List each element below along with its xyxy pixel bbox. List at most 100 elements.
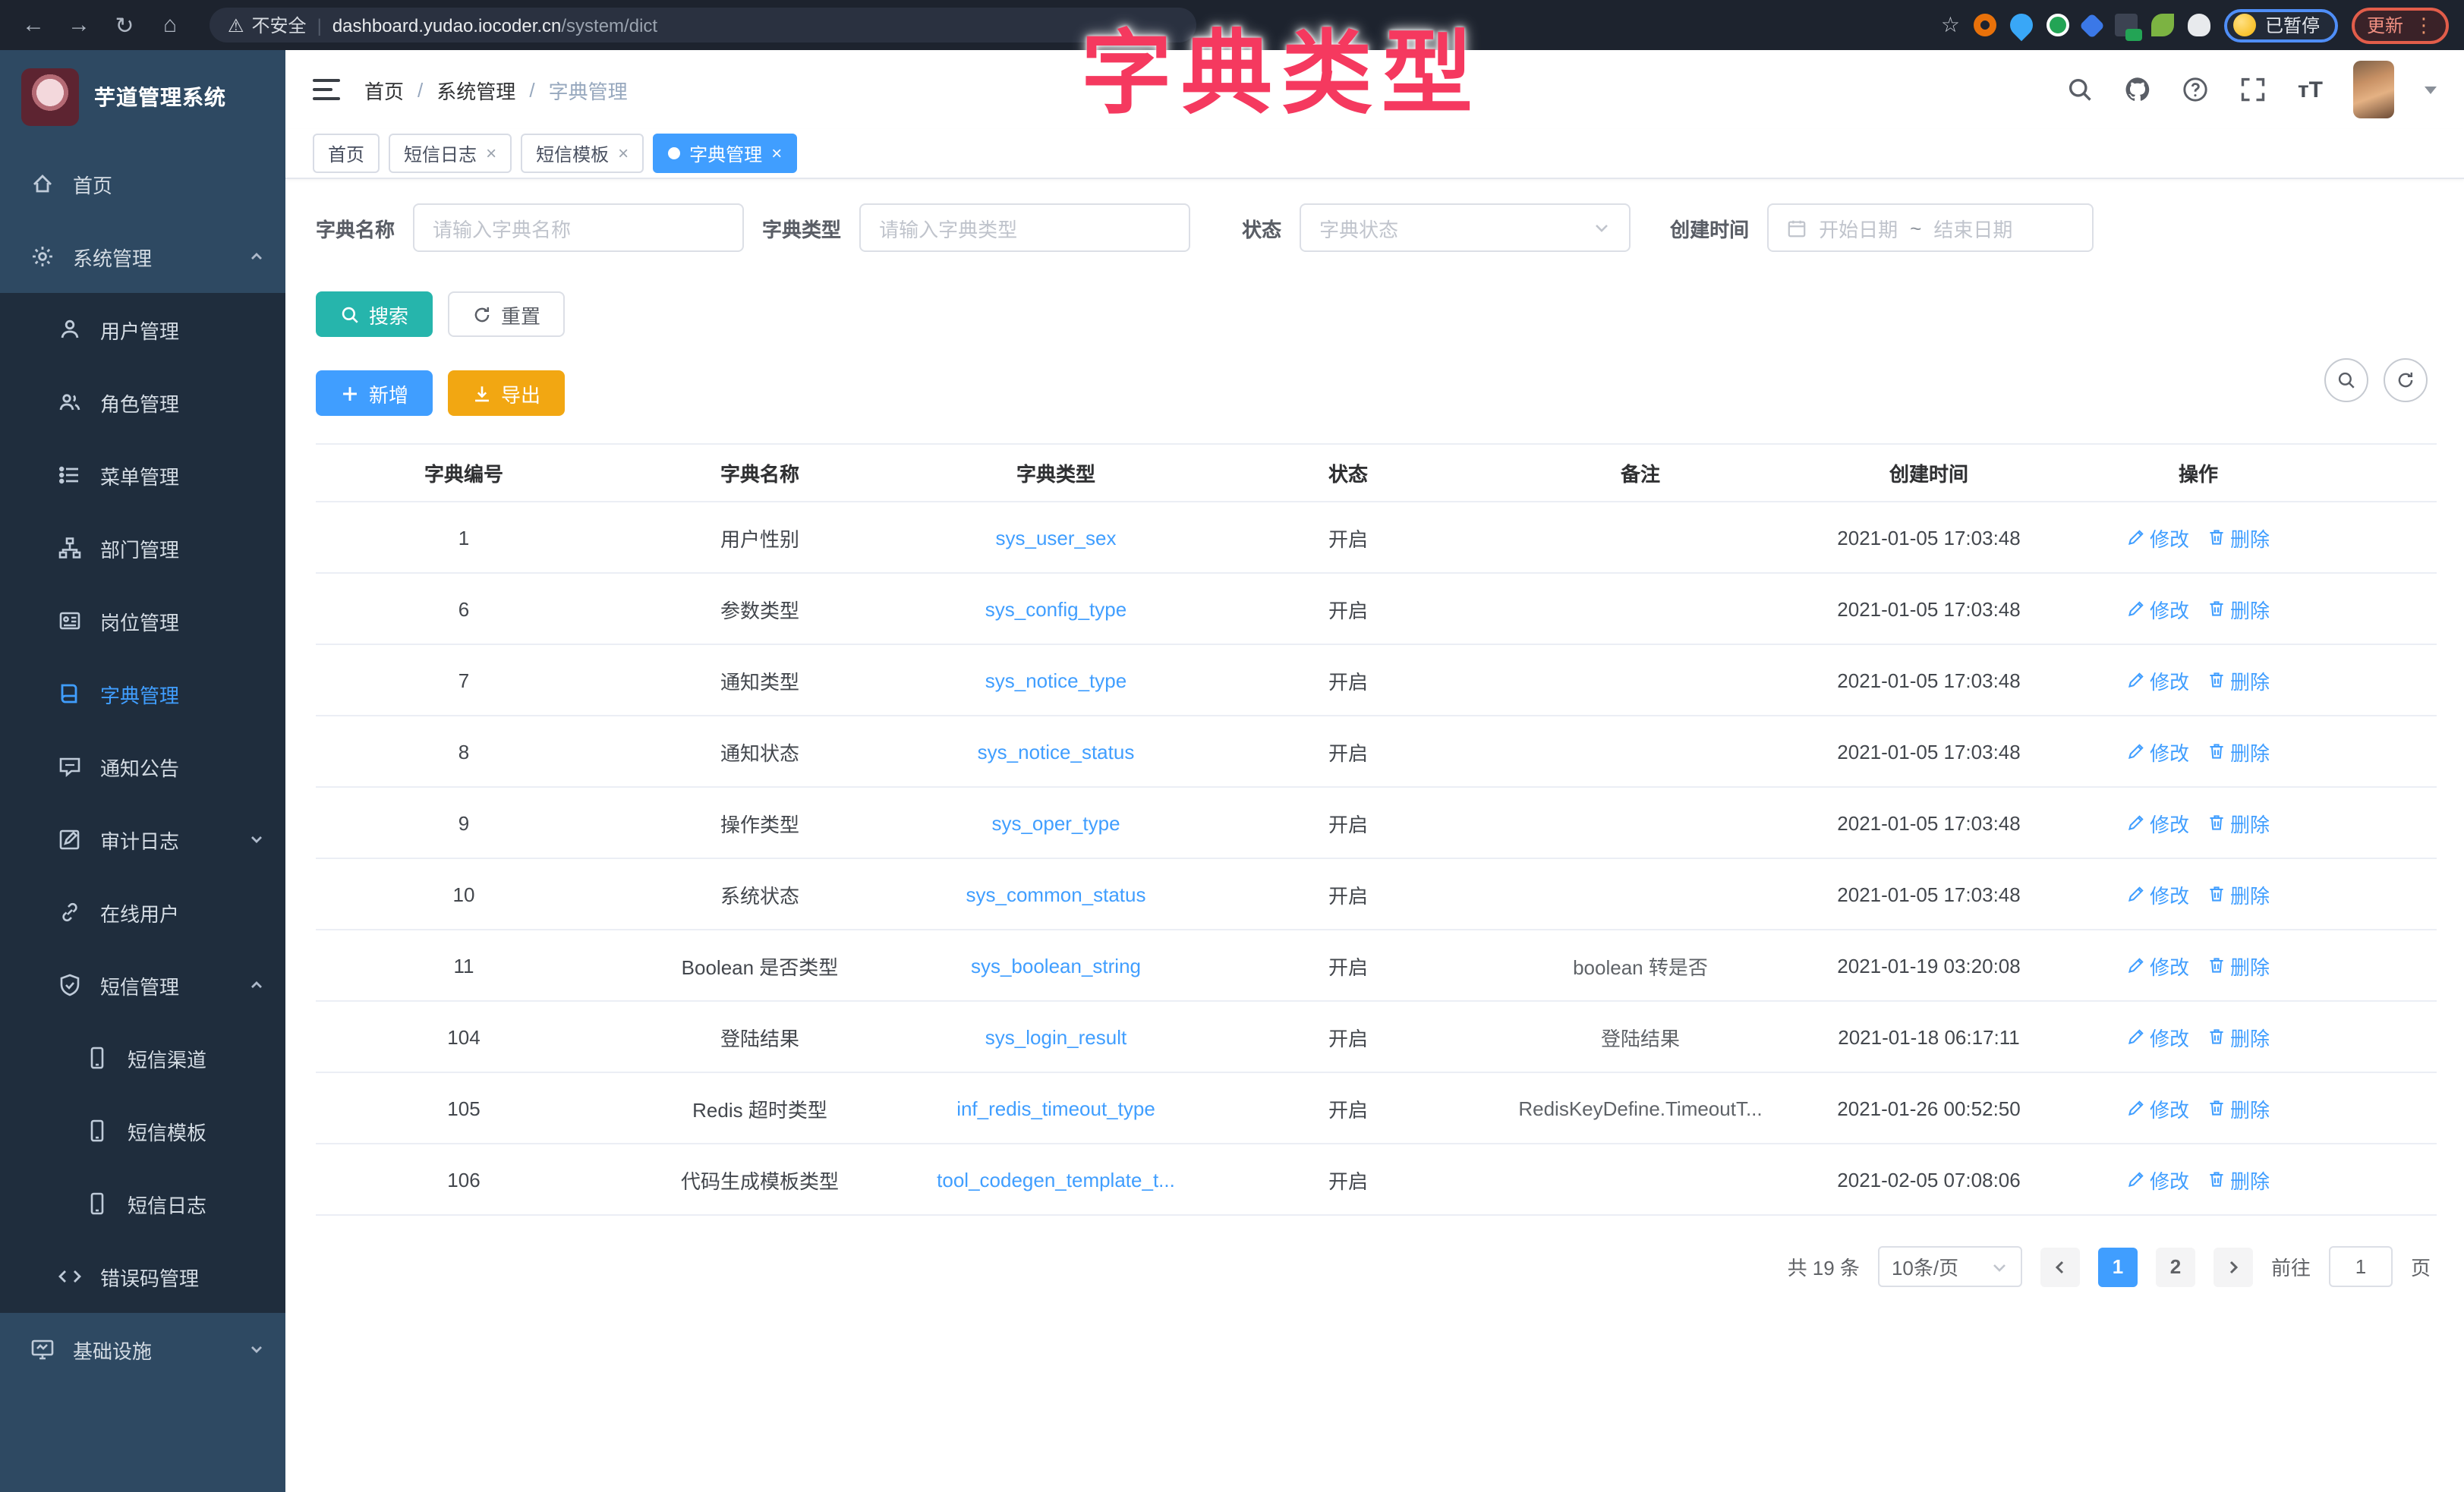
search-icon[interactable] [2067, 76, 2094, 103]
export-button[interactable]: 导出 [448, 370, 565, 416]
sidebar-item-system-mgmt[interactable]: 系统管理 [0, 220, 285, 293]
browser-menu-icon[interactable]: ⋮ [2414, 13, 2434, 37]
collapse-menu-icon[interactable] [313, 79, 340, 100]
extension-icon[interactable] [2079, 12, 2105, 38]
delete-link[interactable]: 删除 [2207, 1094, 2270, 1122]
sidebar-item-dict-mgmt[interactable]: 字典管理 [0, 657, 285, 730]
tab-sms-template[interactable]: 短信模板× [521, 134, 644, 173]
sidebar-item-role-mgmt[interactable]: 角色管理 [0, 366, 285, 439]
sidebar-item-user-mgmt[interactable]: 用户管理 [0, 293, 285, 366]
sidebar-item-error-code[interactable]: 错误码管理 [0, 1240, 285, 1313]
edit-link[interactable]: 修改 [2127, 737, 2189, 766]
font-size-icon[interactable]: тT [2298, 77, 2323, 102]
close-icon[interactable]: × [771, 143, 782, 164]
extension-icon[interactable] [2006, 9, 2037, 41]
sidebar-item-menu-mgmt[interactable]: 菜单管理 [0, 439, 285, 511]
sidebar-item-online-users[interactable]: 在线用户 [0, 876, 285, 949]
extension-icon[interactable] [2188, 14, 2210, 36]
search-button[interactable]: 搜索 [316, 291, 433, 337]
sidebar-item-sms-channel[interactable]: 短信渠道 [0, 1021, 285, 1094]
delete-link[interactable]: 删除 [2207, 737, 2270, 766]
sidebar-item-post-mgmt[interactable]: 岗位管理 [0, 584, 285, 657]
tab-dict-mgmt[interactable]: 字典管理× [653, 134, 797, 173]
dict-name-input[interactable]: 请输入字典名称 [413, 203, 744, 252]
jump-page-input[interactable]: 1 [2329, 1246, 2393, 1287]
delete-link[interactable]: 删除 [2207, 951, 2270, 980]
extension-icon[interactable] [2047, 14, 2069, 36]
edit-link[interactable]: 修改 [2127, 951, 2189, 980]
profile-paused-chip[interactable]: 已暂停 [2224, 8, 2338, 42]
delete-link[interactable]: 删除 [2207, 1022, 2270, 1051]
cell-dict-name: 系统状态 [612, 880, 908, 908]
dict-type-link[interactable]: tool_codegen_template_t... [937, 1168, 1175, 1191]
sidebar-item-dept-mgmt[interactable]: 部门管理 [0, 511, 285, 584]
edit-link[interactable]: 修改 [2127, 1022, 2189, 1051]
delete-link[interactable]: 删除 [2207, 666, 2270, 694]
sidebar-item-audit-log[interactable]: 审计日志 [0, 803, 285, 876]
reset-button[interactable]: 重置 [448, 291, 565, 337]
show-search-toggle-button[interactable] [2324, 358, 2368, 402]
edit-link[interactable]: 修改 [2127, 1094, 2189, 1122]
dict-type-input[interactable]: 请输入字典类型 [859, 203, 1190, 252]
address-bar[interactable]: ⚠不安全 | dashboard.yudao.iocoder.cn/system… [210, 8, 1196, 42]
dict-type-link[interactable]: sys_notice_type [985, 669, 1126, 691]
back-icon[interactable]: ← [15, 7, 52, 43]
dict-type-link[interactable]: sys_config_type [985, 597, 1126, 620]
tab-home[interactable]: 首页 [313, 134, 380, 173]
github-icon[interactable] [2125, 76, 2152, 103]
home-icon[interactable]: ⌂ [152, 7, 188, 43]
sidebar-item-sms-template[interactable]: 短信模板 [0, 1094, 285, 1167]
next-page-button[interactable] [2214, 1247, 2253, 1286]
edit-link[interactable]: 修改 [2127, 808, 2189, 837]
tab-sms-log[interactable]: 短信日志× [389, 134, 512, 173]
dict-type-link[interactable]: sys_user_sex [996, 526, 1117, 549]
sidebar-item-home[interactable]: 首页 [0, 147, 285, 220]
dict-type-link[interactable]: sys_notice_status [978, 740, 1135, 763]
breadcrumb-system[interactable]: 系统管理 [436, 75, 515, 104]
delete-link[interactable]: 删除 [2207, 1165, 2270, 1194]
refresh-table-button[interactable] [2384, 358, 2428, 402]
sidebar-item-sms-mgmt[interactable]: 短信管理 [0, 949, 285, 1021]
dict-type-link[interactable]: sys_login_result [985, 1025, 1126, 1048]
page-1-button[interactable]: 1 [2098, 1247, 2138, 1286]
delete-link[interactable]: 删除 [2207, 594, 2270, 623]
delete-link[interactable]: 删除 [2207, 523, 2270, 552]
app-logo-row[interactable]: 芋道管理系统 [0, 50, 285, 147]
list-icon [58, 463, 82, 487]
extension-icon[interactable] [2115, 14, 2138, 36]
delete-link[interactable]: 删除 [2207, 808, 2270, 837]
page-2-button[interactable]: 2 [2156, 1247, 2195, 1286]
dict-type-link[interactable]: sys_oper_type [991, 811, 1120, 834]
sidebar-item-sms-log[interactable]: 短信日志 [0, 1167, 285, 1240]
sidebar-item-notice[interactable]: 通知公告 [0, 730, 285, 803]
user-avatar[interactable] [2353, 61, 2394, 118]
edit-link[interactable]: 修改 [2127, 880, 2189, 908]
delete-link[interactable]: 删除 [2207, 880, 2270, 908]
reload-icon[interactable]: ↻ [106, 7, 143, 43]
close-icon[interactable]: × [486, 143, 496, 164]
edit-link[interactable]: 修改 [2127, 523, 2189, 552]
status-select[interactable]: 字典状态 [1300, 203, 1631, 252]
add-button[interactable]: 新增 [316, 370, 433, 416]
edit-link[interactable]: 修改 [2127, 1165, 2189, 1194]
close-icon[interactable]: × [618, 143, 629, 164]
bookmark-star-icon[interactable]: ☆ [1941, 12, 1960, 38]
dict-type-link[interactable]: sys_common_status [966, 883, 1146, 905]
prev-page-button[interactable] [2040, 1247, 2080, 1286]
sidebar-item-infrastructure[interactable]: 基础设施 [0, 1313, 285, 1386]
extension-icon[interactable] [1974, 14, 1996, 36]
fullscreen-icon[interactable] [2240, 76, 2267, 103]
dict-type-link[interactable]: sys_boolean_string [971, 954, 1141, 977]
help-icon[interactable] [2182, 76, 2210, 103]
forward-icon[interactable]: → [61, 7, 97, 43]
update-chip[interactable]: 更新⋮ [2352, 7, 2449, 43]
extension-icon[interactable] [2151, 14, 2174, 36]
edit-link[interactable]: 修改 [2127, 666, 2189, 694]
date-range-picker[interactable]: 开始日期 ~ 结束日期 [1767, 203, 2094, 252]
dict-type-link[interactable]: inf_redis_timeout_type [956, 1097, 1155, 1119]
page-size-select[interactable]: 10条/页 [1878, 1246, 2022, 1287]
edit-link[interactable]: 修改 [2127, 594, 2189, 623]
breadcrumb-home[interactable]: 首页 [364, 75, 404, 104]
avatar-caret-icon[interactable] [2425, 86, 2437, 99]
not-secure-warning[interactable]: ⚠不安全 [228, 12, 307, 38]
